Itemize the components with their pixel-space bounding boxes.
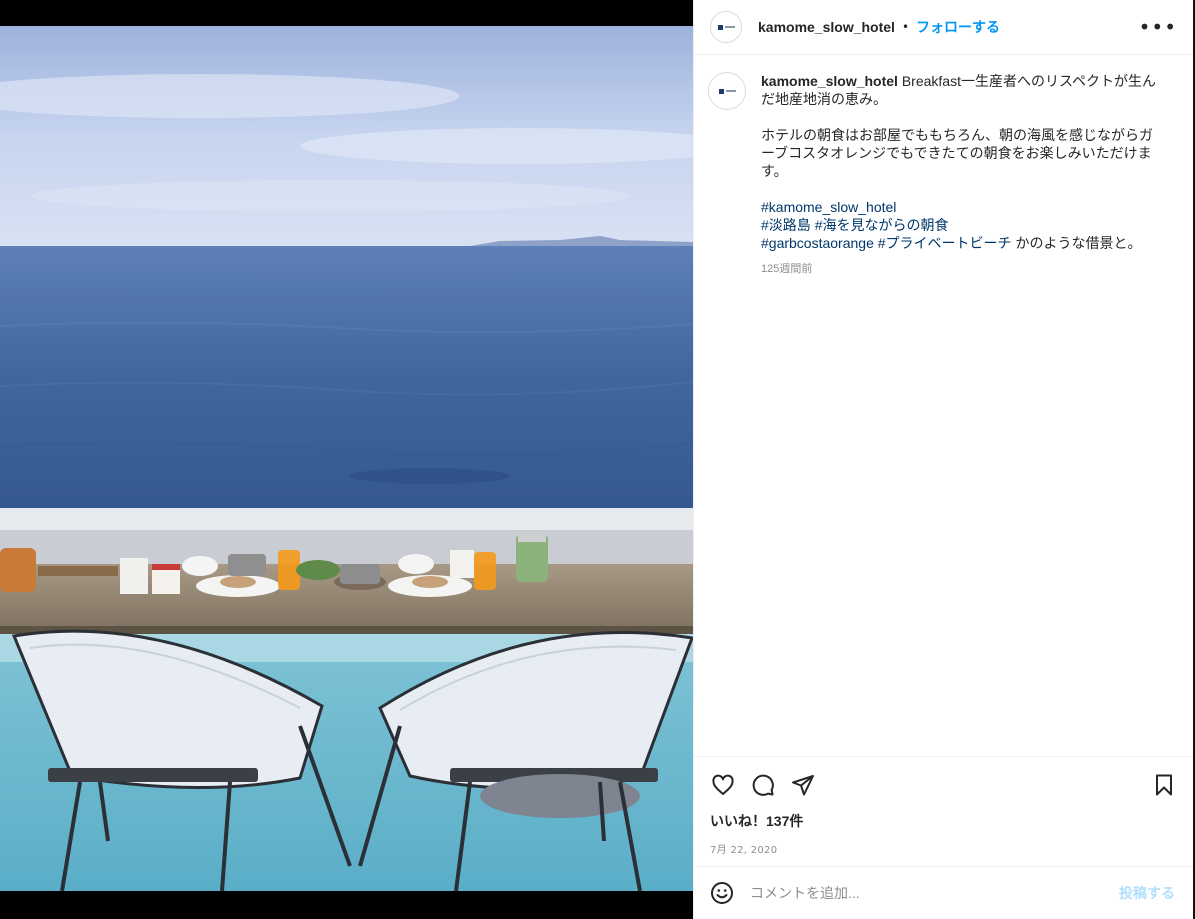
more-options-icon[interactable]: ••• xyxy=(1139,17,1177,37)
hashtag-kamome[interactable]: #kamome_slow_hotel xyxy=(761,199,896,215)
caption-para2: ホテルの朝食はお部屋でももちろん、朝の海風を感じながらガーブコスタオレンジでもで… xyxy=(761,127,1153,179)
caption-username[interactable]: kamome_slow_hotel xyxy=(761,73,898,89)
caption-area: kamome_slow_hotel Breakfast一生産者へのリスペクトが生… xyxy=(694,56,1193,756)
hashtag-garbcostaorange[interactable]: #garbcostaorange xyxy=(761,235,874,251)
bookmark-icon[interactable] xyxy=(1151,772,1177,798)
header-separator: • xyxy=(901,20,910,34)
post-comment-button[interactable]: 投稿する xyxy=(1119,883,1175,903)
hotel-logo-icon[interactable] xyxy=(710,11,742,43)
post-detail-panel: kamome_slow_hotel • フォローする ••• kamome_sl… xyxy=(693,0,1193,919)
hashtag-private-beach[interactable]: #プライベートビーチ xyxy=(878,235,1012,251)
comment-input[interactable] xyxy=(750,885,1119,901)
hashtag-awajishima[interactable]: #淡路島 xyxy=(761,217,811,233)
action-bar xyxy=(710,757,1177,809)
caption-time[interactable]: 125週間前 xyxy=(761,260,1166,278)
caption-trailing: かのような借景と。 xyxy=(1015,235,1142,251)
hashtag-sea-breakfast[interactable]: #海を見ながらの朝食 xyxy=(815,217,949,233)
paper-plane-icon[interactable] xyxy=(790,772,816,798)
comment-composer: 投稿する xyxy=(694,866,1193,919)
caption-avatar-icon[interactable] xyxy=(708,72,746,110)
likes-count[interactable]: いいね！137件 xyxy=(710,811,1177,831)
post-date: 7月 22, 2020 xyxy=(710,845,778,856)
post-header: kamome_slow_hotel • フォローする ••• xyxy=(694,0,1193,55)
actions-section: いいね！137件 7月 22, 2020 xyxy=(694,756,1193,856)
smiley-icon[interactable] xyxy=(710,881,734,905)
post-photo[interactable] xyxy=(0,26,693,891)
heart-icon[interactable] xyxy=(710,772,736,798)
photo-backdrop xyxy=(0,0,693,919)
comment-icon[interactable] xyxy=(750,772,776,798)
follow-button[interactable]: フォローする xyxy=(916,17,1000,37)
caption-text: kamome_slow_hotel Breakfast一生産者へのリスペクトが生… xyxy=(761,72,1166,278)
header-username[interactable]: kamome_slow_hotel xyxy=(758,19,895,35)
caption-row: kamome_slow_hotel Breakfast一生産者へのリスペクトが生… xyxy=(708,72,1177,278)
